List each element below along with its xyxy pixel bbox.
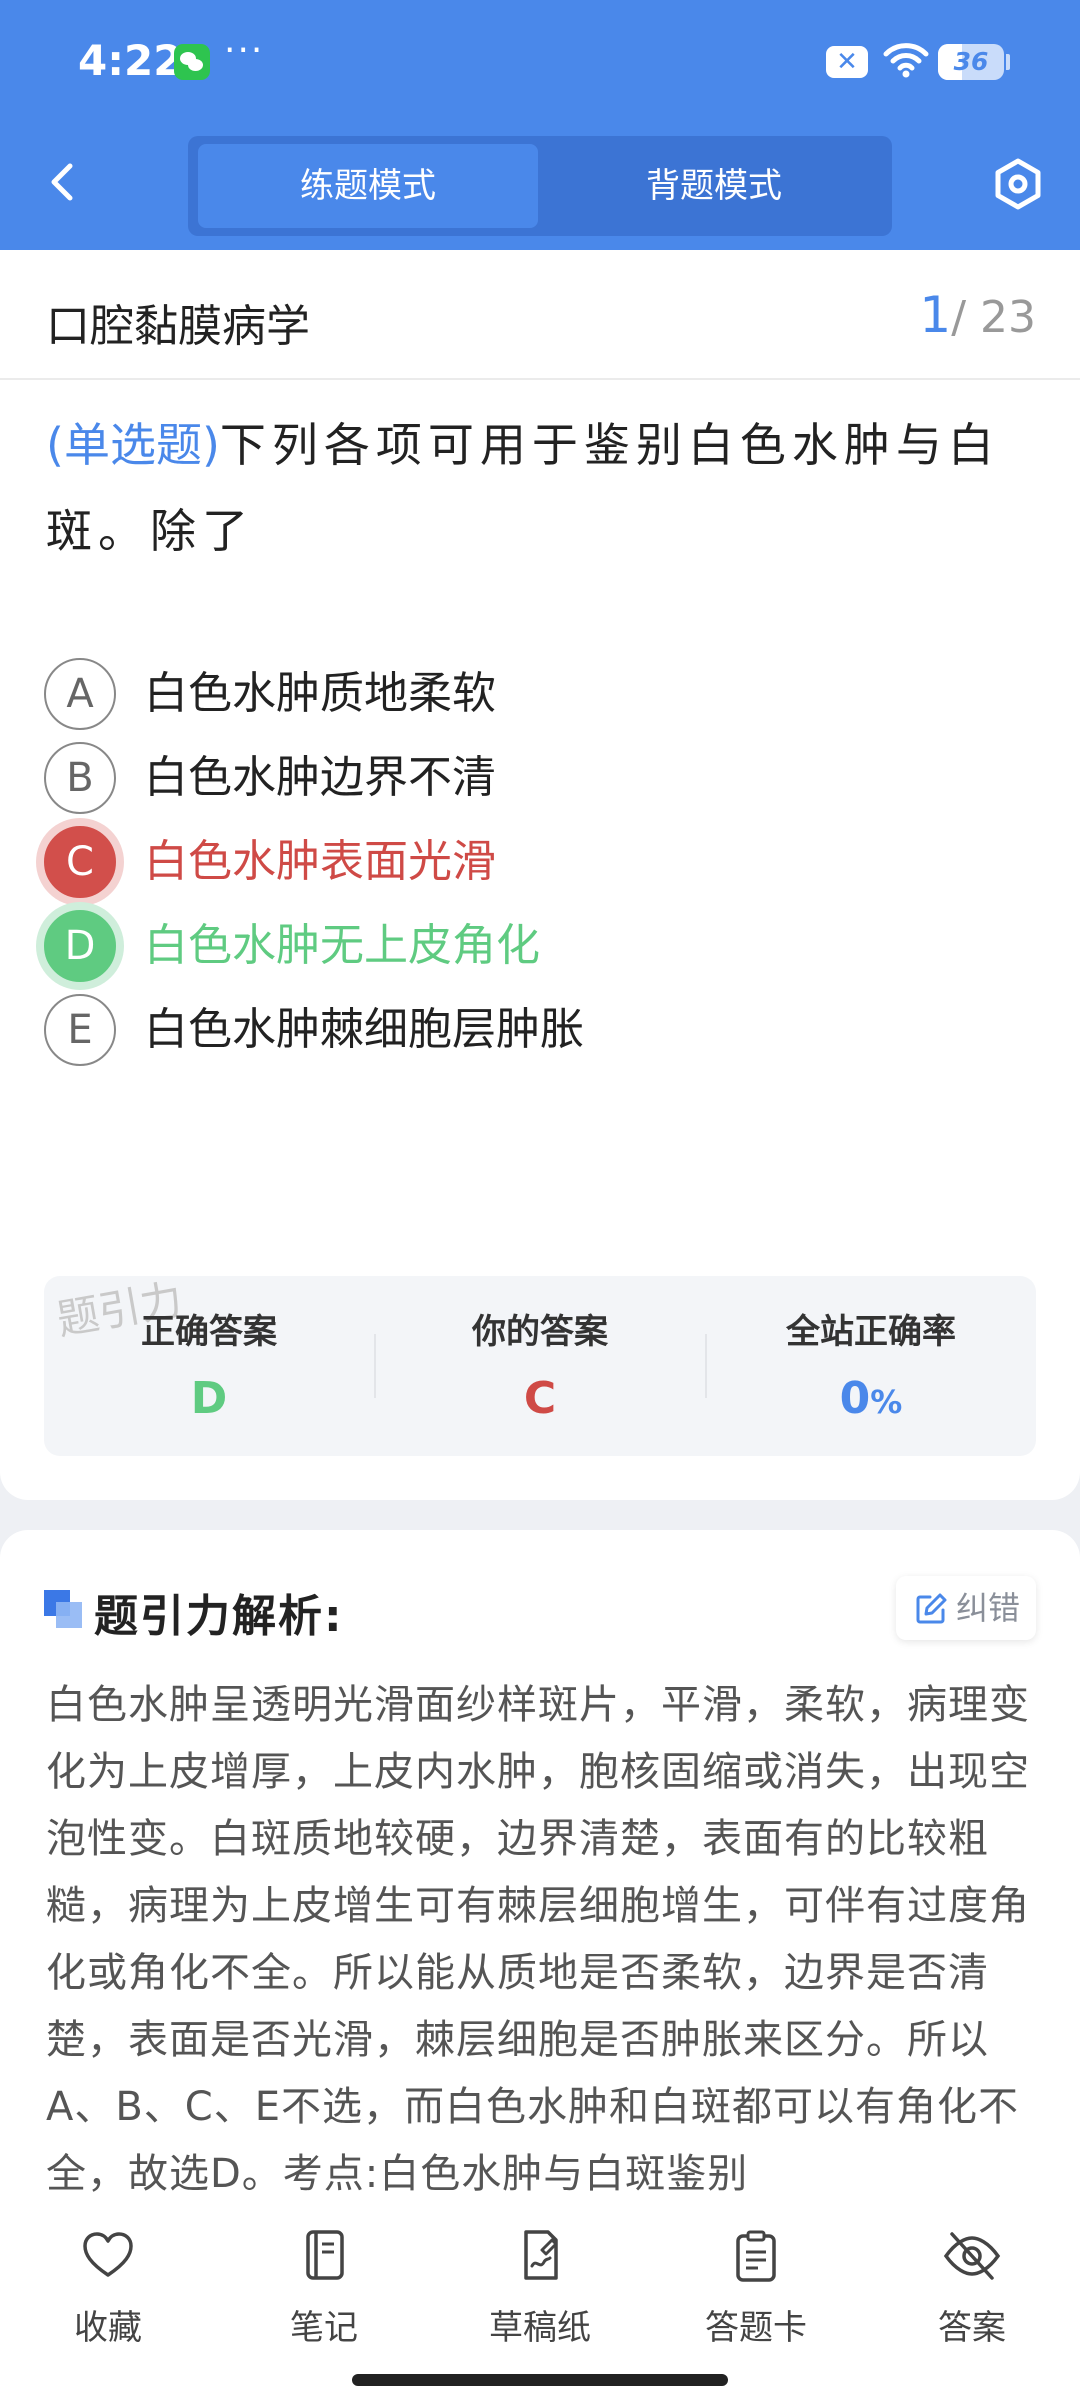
question-card: 口腔黏膜病学 1/ 23 (单选题)下列各项可用于鉴别白色水肿与白斑。除了 A … — [0, 250, 1080, 1500]
correct-answer: 正确答案 D — [44, 1304, 374, 1424]
question-text: (单选题)下列各项可用于鉴别白色水肿与白斑。除了 — [46, 402, 1036, 574]
question-counter: 1/ 23 — [919, 286, 1036, 344]
mode-switch: 练题模式 背题模式 — [188, 136, 892, 236]
analysis-squares-icon — [44, 1590, 82, 1628]
total-questions: / 23 — [951, 292, 1036, 343]
correct-answer-value: D — [190, 1373, 228, 1424]
answer-summary: 题引力 正确答案 D 你的答案 C 全站正确率 0% — [44, 1274, 1036, 1456]
option-letter: C — [44, 826, 116, 898]
site-accuracy: 全站正确率 0% — [706, 1304, 1036, 1424]
analysis-title: 题引力解析: — [94, 1591, 344, 1642]
more-notifications-icon: ··· — [224, 30, 265, 71]
current-question-number: 1 — [919, 286, 952, 344]
option-letter: A — [44, 658, 116, 730]
eye-off-icon — [943, 2232, 1001, 2280]
option-c-wrong[interactable]: C 白色水肿表面光滑 — [44, 822, 1034, 902]
home-indicator — [352, 2374, 728, 2386]
answer-sheet-button[interactable]: 答题卡 — [656, 2228, 856, 2349]
option-text: 白色水肿棘细胞层肿胀 — [144, 1004, 584, 1055]
site-accuracy-label: 全站正确率 — [786, 1312, 956, 1352]
edit-icon — [916, 1593, 947, 1624]
option-e[interactable]: E 白色水肿棘细胞层肿胀 — [44, 990, 1034, 1070]
clipboard-icon — [736, 2230, 776, 2282]
favorite-button[interactable]: 收藏 — [8, 2228, 208, 2349]
option-text: 白色水肿表面光滑 — [144, 836, 496, 887]
heart-icon — [83, 2232, 133, 2277]
option-letter: E — [44, 994, 116, 1066]
bottom-toolbar: 收藏 笔记 草稿纸 答题卡 答案 — [0, 2210, 1080, 2400]
option-letter: B — [44, 742, 116, 814]
accuracy-number: 0 — [839, 1373, 871, 1424]
notebook-icon — [306, 2230, 344, 2280]
wechat-notification-icon — [174, 44, 210, 80]
notes-button[interactable]: 笔记 — [224, 2228, 424, 2349]
mute-icon: ✕ — [826, 46, 868, 78]
option-b[interactable]: B 白色水肿边界不清 — [44, 738, 1034, 818]
draft-paper-button[interactable]: 草稿纸 — [440, 2228, 640, 2349]
option-d-correct[interactable]: D 白色水肿无上皮角化 — [44, 906, 1034, 986]
favorite-label: 收藏 — [74, 2308, 142, 2348]
toggle-answer-button[interactable]: 答案 — [872, 2228, 1072, 2349]
option-letter: D — [44, 910, 116, 982]
battery-indicator: 36 — [938, 44, 1004, 80]
tab-practice-mode[interactable]: 练题模式 — [198, 144, 538, 228]
tab-recite-mode[interactable]: 背题模式 — [544, 144, 884, 228]
battery-level: 36 — [953, 47, 989, 76]
wifi-icon — [883, 43, 929, 78]
report-error-button[interactable]: 纠错 — [896, 1576, 1036, 1640]
question-type-label: (单选题) — [46, 418, 220, 472]
chevron-left-icon[interactable] — [40, 158, 88, 206]
option-text: 白色水肿无上皮角化 — [144, 920, 540, 971]
header: 4:22 ··· ✕ 36 练题模式 背题模式 — [0, 0, 1080, 250]
toggle-answer-label: 答案 — [938, 2308, 1006, 2348]
option-a[interactable]: A 白色水肿质地柔软 — [44, 654, 1034, 734]
subject-title: 口腔黏膜病学 — [46, 301, 310, 352]
subject-row: 口腔黏膜病学 1/ 23 — [0, 250, 1080, 380]
draft-paper-label: 草稿纸 — [489, 2308, 591, 2348]
draft-paper-icon — [524, 2230, 558, 2280]
notes-label: 笔记 — [290, 2308, 358, 2348]
battery-cap — [1006, 54, 1010, 70]
option-text: 白色水肿质地柔软 — [144, 668, 496, 719]
your-answer: 你的答案 C — [375, 1304, 705, 1424]
your-answer-label: 你的答案 — [472, 1312, 608, 1352]
hexagon-settings-icon[interactable] — [990, 156, 1046, 212]
site-accuracy-value: 0% — [706, 1373, 1036, 1424]
option-text: 白色水肿边界不清 — [144, 752, 496, 803]
correct-answer-label: 正确答案 — [141, 1312, 277, 1352]
report-error-label: 纠错 — [956, 1589, 1021, 1627]
your-answer-value: C — [523, 1373, 557, 1424]
answer-sheet-label: 答题卡 — [705, 2308, 807, 2348]
app-screen: 4:22 ··· ✕ 36 练题模式 背题模式 口腔黏膜病学 1/ 23 (单选… — [0, 0, 1080, 2400]
accuracy-unit: % — [870, 1383, 903, 1421]
status-time: 4:22 — [78, 36, 183, 85]
